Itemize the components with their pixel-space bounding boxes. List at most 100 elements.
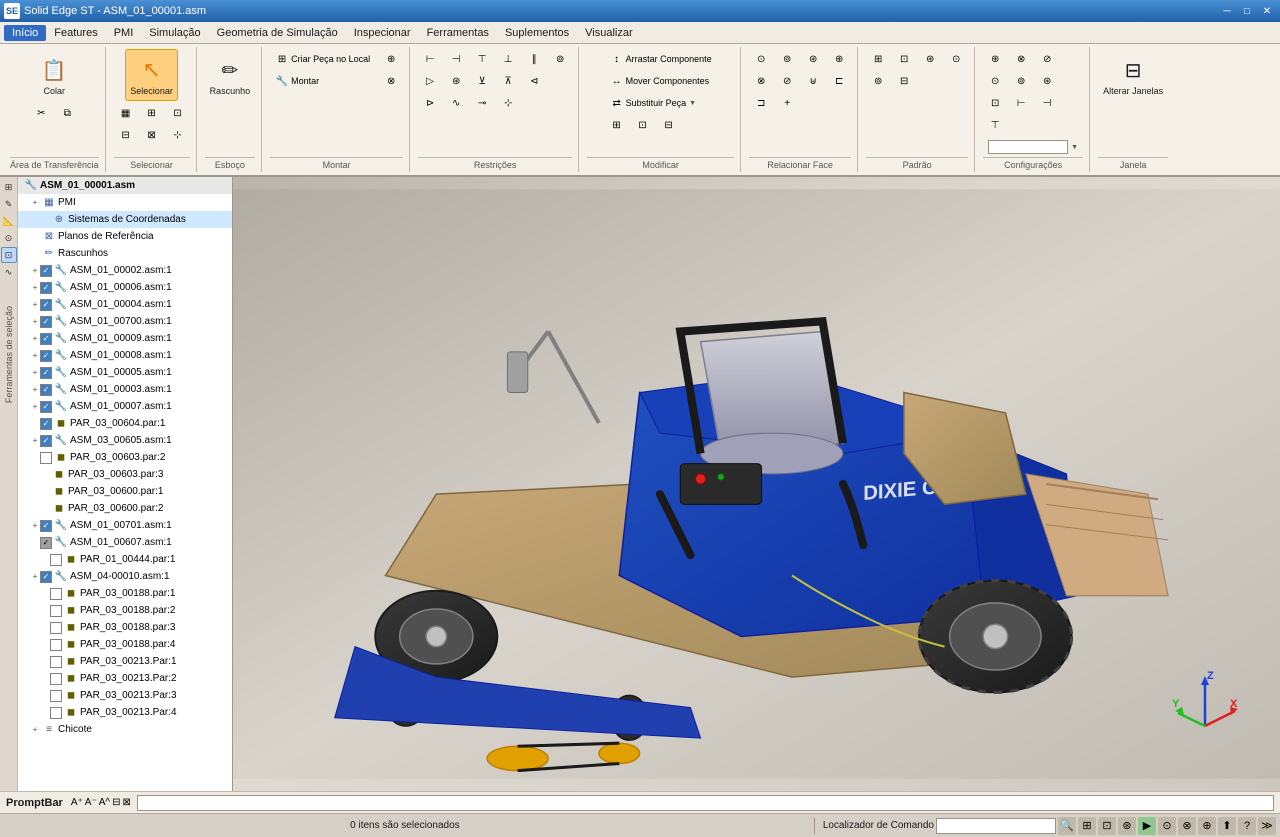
toggle-asm00700[interactable]: + bbox=[30, 317, 40, 327]
tree-item-par00603-3[interactable]: ◼PAR_03_00603.par:3 bbox=[18, 466, 232, 483]
cut-button[interactable]: ✂ bbox=[29, 103, 53, 123]
toggle-pmi[interactable]: + bbox=[30, 198, 40, 208]
toggle-asm00008[interactable]: + bbox=[30, 351, 40, 361]
padrao-btn5[interactable]: ⊚ bbox=[866, 71, 890, 91]
restrict-btn3[interactable]: ⊤ bbox=[470, 49, 494, 69]
tree-item-asm01607[interactable]: ✓🔧ASM_01_00607.asm:1 bbox=[18, 534, 232, 551]
tree-item-par00603-2[interactable]: ◼PAR_03_00603.par:2 bbox=[18, 449, 232, 466]
checkbox-asm04010[interactable]: ✓ bbox=[40, 571, 52, 583]
rel-btn5[interactable]: ⊗ bbox=[749, 71, 773, 91]
config-input[interactable] bbox=[988, 140, 1068, 154]
close-button[interactable]: ✕ bbox=[1258, 4, 1276, 18]
checkbox-par00213-3[interactable] bbox=[50, 690, 62, 702]
restrict-btn13[interactable]: ∿ bbox=[444, 93, 468, 113]
menu-suplementos[interactable]: Suplementos bbox=[497, 25, 577, 41]
tool-btn-4[interactable]: ⊙ bbox=[1, 230, 17, 246]
menu-simulacao[interactable]: Simulação bbox=[141, 25, 208, 41]
prompt-input[interactable] bbox=[137, 795, 1274, 811]
checkbox-asm00004[interactable]: ✓ bbox=[40, 299, 52, 311]
tree-item-asm00009[interactable]: +✓🔧ASM_01_00009.asm:1 bbox=[18, 330, 232, 347]
menu-inspecionar[interactable]: Inspecionar bbox=[346, 25, 419, 41]
toggle-asm00002[interactable]: + bbox=[30, 266, 40, 276]
config-btn8[interactable]: ⊢ bbox=[1009, 93, 1033, 113]
tree-item-asm00003[interactable]: +✓🔧ASM_01_00003.asm:1 bbox=[18, 381, 232, 398]
modify-btn1[interactable]: ⊞ bbox=[605, 115, 629, 135]
status-btn-10[interactable]: ? bbox=[1238, 817, 1256, 835]
status-btn-8[interactable]: ⊕ bbox=[1198, 817, 1216, 835]
drag-component-button[interactable]: ↕ Arrastar Componente bbox=[605, 49, 717, 69]
tool-btn-5[interactable]: ⊡ bbox=[1, 247, 17, 263]
config-dropdown[interactable]: ▼ bbox=[983, 137, 1083, 157]
restrict-btn6[interactable]: ⊚ bbox=[548, 49, 572, 69]
checkbox-par00213-4[interactable] bbox=[50, 707, 62, 719]
rel-btn9[interactable]: ⊐ bbox=[749, 93, 773, 113]
copy-button[interactable]: ⧉ bbox=[55, 103, 79, 123]
menu-features[interactable]: Features bbox=[46, 25, 105, 41]
checkbox-asm00700[interactable]: ✓ bbox=[40, 316, 52, 328]
restrict-btn4[interactable]: ⊥ bbox=[496, 49, 520, 69]
tree-item-asm00008[interactable]: +✓🔧ASM_01_00008.asm:1 bbox=[18, 347, 232, 364]
checkbox-asm00006[interactable]: ✓ bbox=[40, 282, 52, 294]
tool-btn-3[interactable]: 📐 bbox=[1, 213, 17, 229]
restrict-btn8[interactable]: ⊛ bbox=[444, 71, 468, 91]
tree-item-asm00007[interactable]: +✓🔧ASM_01_00007.asm:1 bbox=[18, 398, 232, 415]
tree-item-par00604[interactable]: ✓◼PAR_03_00604.par:1 bbox=[18, 415, 232, 432]
tree-item-asm00004[interactable]: +✓🔧ASM_01_00004.asm:1 bbox=[18, 296, 232, 313]
checkbox-asm03605[interactable]: ✓ bbox=[40, 435, 52, 447]
select-small-1[interactable]: ▦ bbox=[114, 103, 138, 123]
checkbox-asm00003[interactable]: ✓ bbox=[40, 384, 52, 396]
restrict-btn5[interactable]: ∥ bbox=[522, 49, 546, 69]
padrao-btn4[interactable]: ⊙ bbox=[944, 49, 968, 69]
restrict-btn2[interactable]: ⊣ bbox=[444, 49, 468, 69]
insert-part-button[interactable]: ⊞ Criar Peça no Local bbox=[270, 49, 375, 69]
toggle-asm00009[interactable]: + bbox=[30, 334, 40, 344]
padrao-btn6[interactable]: ⊟ bbox=[892, 71, 916, 91]
tree-item-asm04010[interactable]: +✓🔧ASM_04-00010.asm:1 bbox=[18, 568, 232, 585]
config-btn10[interactable]: ⊤ bbox=[983, 115, 1007, 135]
checkbox-asm01607[interactable]: ✓ bbox=[40, 537, 52, 549]
assemble-button[interactable]: 🔧 Montar bbox=[270, 71, 375, 91]
toggle-asm00003[interactable]: + bbox=[30, 385, 40, 395]
toggle-asm00007[interactable]: + bbox=[30, 402, 40, 412]
status-btn-6[interactable]: ⊙ bbox=[1158, 817, 1176, 835]
menu-visualizar[interactable]: Visualizar bbox=[577, 25, 641, 41]
toggle-coord[interactable] bbox=[40, 215, 50, 225]
toggle-asm00004[interactable]: + bbox=[30, 300, 40, 310]
status-btn-expand[interactable]: ≫ bbox=[1258, 817, 1276, 835]
status-btn-5[interactable]: ▶ bbox=[1138, 817, 1156, 835]
padrao-btn1[interactable]: ⊞ bbox=[866, 49, 890, 69]
tree-item-par00213-2[interactable]: ◼PAR_03_00213.Par:2 bbox=[18, 670, 232, 687]
restrict-btn7[interactable]: ▷ bbox=[418, 71, 442, 91]
menu-inicio[interactable]: Início bbox=[4, 25, 46, 41]
select-small-6[interactable]: ⊹ bbox=[166, 125, 190, 145]
restrict-btn1[interactable]: ⊢ bbox=[418, 49, 442, 69]
minimize-button[interactable]: ─ bbox=[1218, 4, 1236, 18]
maximize-button[interactable]: □ bbox=[1238, 4, 1256, 18]
rel-btn1[interactable]: ⊙ bbox=[749, 49, 773, 69]
checkbox-par00604[interactable]: ✓ bbox=[40, 418, 52, 430]
tree-item-par00188-4[interactable]: ◼PAR_03_00188.par:4 bbox=[18, 636, 232, 653]
tree-item-par00600-1[interactable]: ◼PAR_03_00600.par:1 bbox=[18, 483, 232, 500]
restrict-btn9[interactable]: ⊻ bbox=[470, 71, 494, 91]
toggle-planes[interactable] bbox=[30, 232, 40, 242]
tree-item-par00213-3[interactable]: ◼PAR_03_00213.Par:3 bbox=[18, 687, 232, 704]
config-btn7[interactable]: ⊡ bbox=[983, 93, 1007, 113]
restrict-btn15[interactable]: ⊹ bbox=[496, 93, 520, 113]
checkbox-par00188-1[interactable] bbox=[50, 588, 62, 600]
select-small-5[interactable]: ⊠ bbox=[140, 125, 164, 145]
menu-geometria[interactable]: Geometria de Simulação bbox=[209, 25, 346, 41]
status-btn-3[interactable]: ⊡ bbox=[1098, 817, 1116, 835]
config-btn4[interactable]: ⊙ bbox=[983, 71, 1007, 91]
config-btn6[interactable]: ⊛ bbox=[1035, 71, 1059, 91]
toggle-asm00006[interactable]: + bbox=[30, 283, 40, 293]
rel-btn2[interactable]: ⊚ bbox=[775, 49, 799, 69]
tree-item-coord[interactable]: ⊕ Sistemas de Coordenadas bbox=[18, 211, 232, 228]
montar-btn1[interactable]: ⊕ bbox=[379, 49, 403, 69]
checkbox-par00603-2[interactable] bbox=[40, 452, 52, 464]
rel-btn7[interactable]: ⊎ bbox=[801, 71, 825, 91]
select-small-3[interactable]: ⊡ bbox=[166, 103, 190, 123]
checkbox-par00444[interactable] bbox=[50, 554, 62, 566]
toggle-asm04010[interactable]: + bbox=[30, 572, 40, 582]
restrict-btn12[interactable]: ⊳ bbox=[418, 93, 442, 113]
checkbox-asm00005[interactable]: ✓ bbox=[40, 367, 52, 379]
